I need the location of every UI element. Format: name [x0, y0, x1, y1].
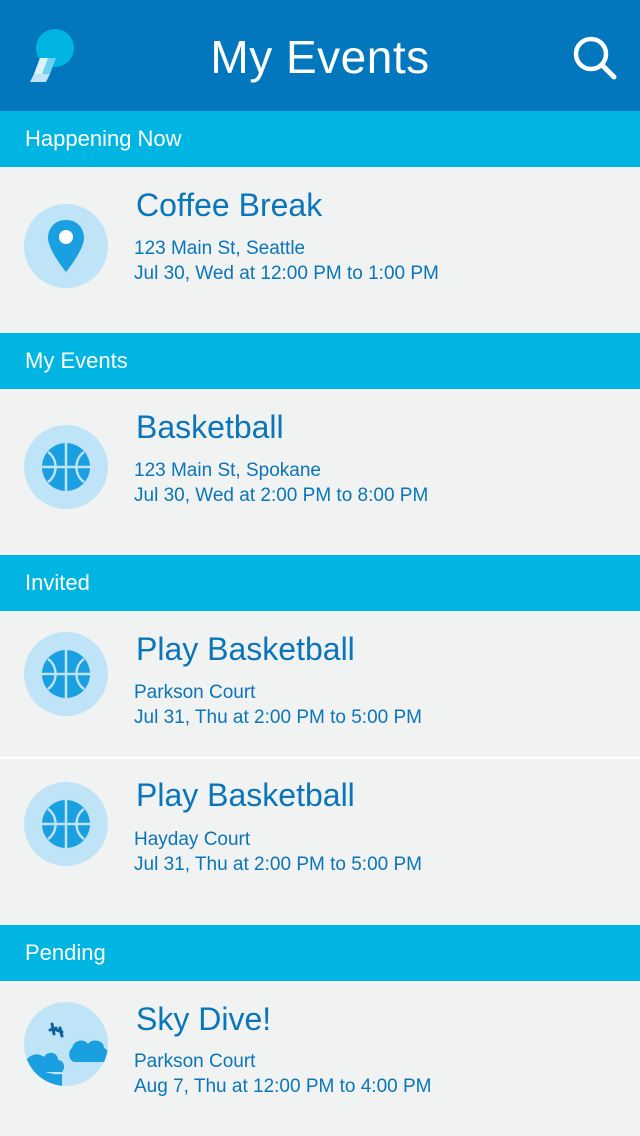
event-address: Hayday Court — [134, 829, 251, 850]
basketball-icon — [24, 425, 108, 509]
event-name: Basketball — [136, 409, 284, 445]
section-label: Happening Now — [25, 126, 182, 151]
event-row[interactable]: Play Basketball Parkson Court Jul 31, Th… — [0, 611, 640, 757]
event-row[interactable]: Play Basketball Hayday Court Jul 31, Thu… — [0, 759, 640, 925]
app-header: My Events — [0, 0, 640, 111]
event-name: Coffee Break — [136, 187, 323, 223]
event-time: Jul 31, Thu at 2:00 PM to 5:00 PM — [134, 707, 422, 728]
event-address: 123 Main St, Seattle — [134, 238, 306, 259]
basketball-icon — [24, 782, 108, 866]
event-address: 123 Main St, Spokane — [134, 460, 321, 481]
event-time: Jul 30, Wed at 2:00 PM to 8:00 PM — [134, 485, 429, 506]
section-header-happening-now: Happening Now — [0, 111, 640, 167]
skydiver-clouds-icon — [24, 1002, 108, 1086]
event-row[interactable]: Coffee Break 123 Main St, Seattle Jul 30… — [0, 167, 640, 333]
section-header-invited: Invited — [0, 555, 640, 611]
section-header-my-events: My Events — [0, 333, 640, 389]
event-time: Aug 7, Thu at 12:00 PM to 4:00 PM — [134, 1076, 432, 1097]
map-pin-icon — [24, 204, 108, 288]
event-name: Play Basketball — [136, 777, 355, 813]
page-title: My Events — [210, 31, 430, 83]
section-label: Invited — [25, 570, 90, 595]
event-time: Jul 31, Thu at 2:00 PM to 5:00 PM — [134, 854, 422, 875]
event-name: Play Basketball — [136, 631, 355, 667]
event-time: Jul 30, Wed at 12:00 PM to 1:00 PM — [134, 263, 439, 284]
section-header-pending: Pending — [0, 925, 640, 981]
app-screen: My Events Happening Now Coffee Break 123… — [0, 0, 640, 1136]
event-row[interactable]: Sky Dive! Parkson Court Aug 7, Thu at 12… — [0, 981, 640, 1136]
search-icon[interactable] — [570, 34, 618, 82]
basketball-icon — [24, 632, 108, 716]
section-label: My Events — [25, 348, 128, 373]
event-address: Parkson Court — [134, 682, 256, 703]
event-address: Parkson Court — [134, 1051, 256, 1072]
event-name: Sky Dive! — [136, 1001, 272, 1037]
section-label: Pending — [25, 940, 106, 965]
event-row[interactable]: Basketball 123 Main St, Spokane Jul 30, … — [0, 389, 640, 555]
